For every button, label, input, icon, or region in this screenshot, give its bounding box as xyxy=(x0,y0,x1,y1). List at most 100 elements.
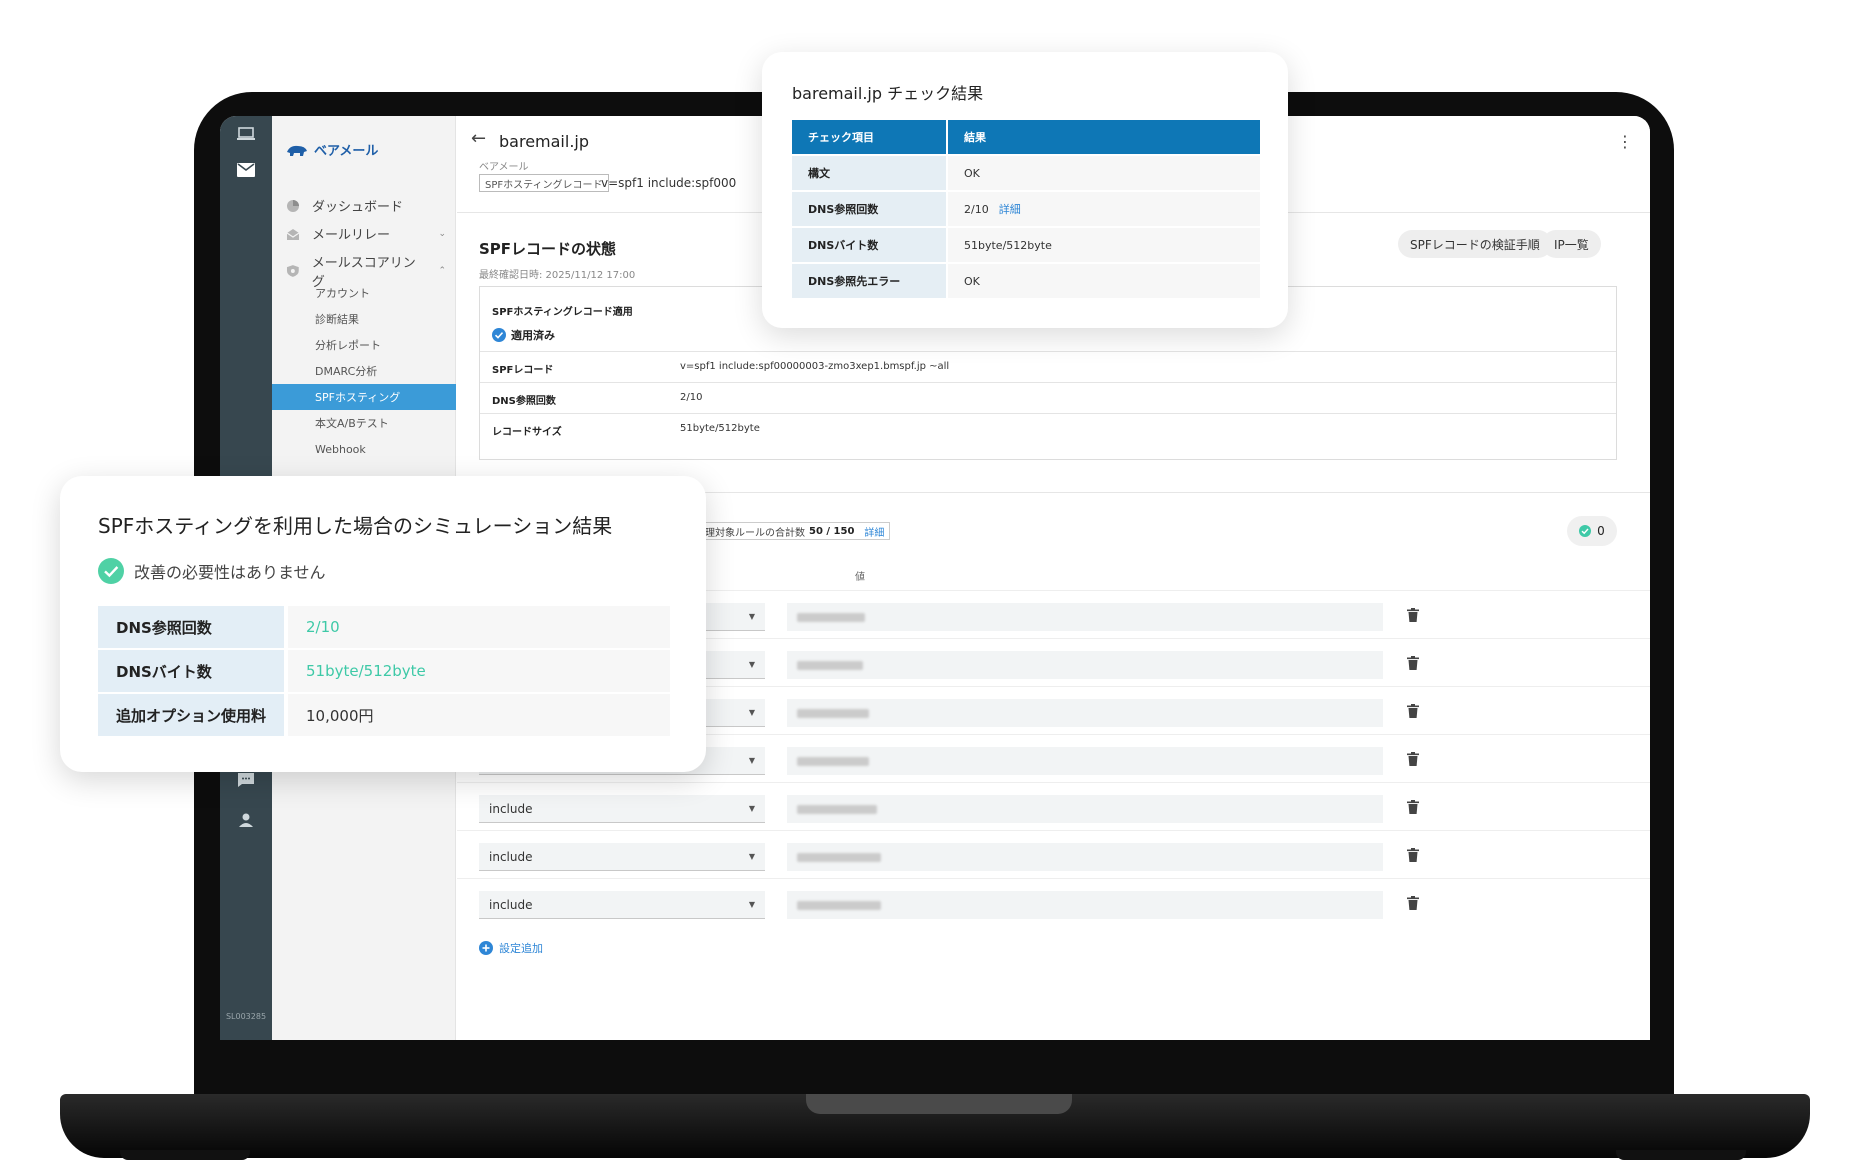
chevron-down-icon: ▼ xyxy=(748,756,755,765)
check-value-text: 2/10 xyxy=(964,203,989,216)
page-title: baremail.jp xyxy=(499,132,589,151)
more-menu-icon[interactable]: ⋮ xyxy=(1617,132,1633,151)
check-key: DNS参照回数 xyxy=(792,192,948,226)
redacted-value xyxy=(797,613,865,622)
rule-value-input[interactable] xyxy=(787,651,1383,679)
check-value: OK xyxy=(948,156,1260,190)
rule-type-select[interactable]: include ▼ xyxy=(479,891,765,919)
check-value-text: 51byte/512byte xyxy=(964,238,1052,252)
delete-icon[interactable] xyxy=(1407,655,1419,674)
status-row: SPFレコード v=spf1 include:spf00000003-zmo3x… xyxy=(480,351,1616,382)
redacted-value xyxy=(797,709,869,718)
sidebar-sub-dmarc[interactable]: DMARC分析 xyxy=(272,358,456,384)
simulation-status-text: 改善の必要性はありません xyxy=(134,563,326,582)
sim-key: DNS参照回数 xyxy=(98,606,288,648)
laptop-foot-right xyxy=(1616,1150,1746,1160)
rule-value-input[interactable] xyxy=(787,699,1383,727)
sim-value: 51byte/512byte xyxy=(288,650,670,692)
sidebar-sub-spf-hosting[interactable]: SPFホスティング xyxy=(272,384,456,410)
chevron-down-icon: ▼ xyxy=(748,852,755,861)
chevron-down-icon: ▼ xyxy=(748,804,755,813)
pie-chart-icon xyxy=(287,199,299,212)
check-card-title: baremail.jp チェック結果 xyxy=(792,84,984,103)
sidebar-item-mail-relay[interactable]: メールリレー ⌄ xyxy=(286,224,446,243)
verify-steps-button[interactable]: SPFレコードの検証手順 xyxy=(1398,230,1552,258)
record-type-chip: SPFホスティングレコード xyxy=(479,174,609,192)
chevron-down-icon: ⌄ xyxy=(438,228,446,239)
delete-icon[interactable] xyxy=(1407,895,1419,914)
check-value: OK xyxy=(948,264,1260,298)
redacted-value xyxy=(797,901,881,910)
rule-type-select[interactable]: include ▼ xyxy=(479,795,765,823)
redacted-value xyxy=(797,853,881,862)
status-value: 2/10 xyxy=(680,392,703,403)
table-row: DNSバイト数 51byte/512byte xyxy=(98,650,670,692)
status-value: v=spf1 include:spf00000003-zmo3xep1.bmsp… xyxy=(680,361,950,372)
rule-type-value: include xyxy=(489,801,533,816)
check-value-text: OK xyxy=(964,166,980,180)
check-value-text: OK xyxy=(964,274,980,288)
bear-icon xyxy=(287,145,307,156)
rule-value-input[interactable] xyxy=(787,747,1383,775)
laptop-foot-left xyxy=(120,1150,250,1160)
table-row: include ▼ xyxy=(457,782,1650,830)
sidebar-sub-ab-test[interactable]: 本文A/Bテスト xyxy=(272,410,456,436)
user-icon[interactable] xyxy=(232,806,260,834)
delete-icon[interactable] xyxy=(1407,751,1419,770)
rule-value-input[interactable] xyxy=(787,891,1383,919)
laptop-notch xyxy=(806,1094,1072,1114)
rule-total-label: 管理対象ルールの合計数 xyxy=(695,527,805,539)
rule-type-select[interactable]: include ▼ xyxy=(479,843,765,871)
ip-list-button[interactable]: IP一覧 xyxy=(1542,230,1601,258)
check-key: DNS参照先エラー xyxy=(792,264,948,298)
sidebar-item-dashboard[interactable]: ダッシュボード xyxy=(286,196,446,215)
stage: ? SL003285 ベアメール ダッシュボード メールリレー xyxy=(0,0,1866,1172)
rule-detail-link[interactable]: 詳細 xyxy=(864,524,884,539)
sidebar-sub-report[interactable]: 分析レポート xyxy=(272,332,456,358)
redacted-value xyxy=(797,757,869,766)
sidebar-sub-diagnosis[interactable]: 診断結果 xyxy=(272,306,456,332)
delete-icon[interactable] xyxy=(1407,607,1419,626)
redacted-value xyxy=(797,661,863,670)
applied-label: 適用済み xyxy=(511,329,555,342)
sim-key: 追加オプション使用料 xyxy=(98,694,288,736)
chevron-down-icon: ▼ xyxy=(748,708,755,717)
delete-icon[interactable] xyxy=(1407,703,1419,722)
table-row: DNS参照回数 2/10 詳細 xyxy=(792,192,1260,226)
chevron-up-icon: ⌃ xyxy=(438,266,446,276)
status-key: DNS参照回数 xyxy=(492,396,556,407)
table-row: DNS参照回数 2/10 xyxy=(98,606,670,648)
record-preview: v=spf1 include:spf000 xyxy=(601,176,737,190)
hosting-label: SPFホスティングレコード適用 xyxy=(492,307,633,318)
chevron-down-icon: ▼ xyxy=(748,660,755,669)
laptop-icon[interactable] xyxy=(232,120,260,148)
sim-key: DNSバイト数 xyxy=(98,650,288,692)
sidebar-sub-webhook[interactable]: Webhook xyxy=(272,436,456,462)
delete-icon[interactable] xyxy=(1407,847,1419,866)
rule-value-input[interactable] xyxy=(787,843,1383,871)
brand-logo[interactable]: ベアメール xyxy=(286,140,378,159)
check-table: チェック項目 結果 構文 OK DNS参照回数 2/10 詳細 DNSバイト数 5… xyxy=(792,118,1260,300)
status-key: SPFレコード xyxy=(492,365,554,376)
rule-value-input[interactable] xyxy=(787,603,1383,631)
simulation-status: 改善の必要性はありません xyxy=(98,558,326,584)
delete-icon[interactable] xyxy=(1407,799,1419,818)
status-title: SPFレコードの状態 xyxy=(479,240,617,258)
back-arrow-icon[interactable]: ← xyxy=(471,128,486,149)
chevron-down-icon: ▼ xyxy=(748,900,755,909)
rule-value-input[interactable] xyxy=(787,795,1383,823)
applied-status: 適用済み xyxy=(492,327,555,343)
redacted-value xyxy=(797,805,877,814)
value-column-header: 値 xyxy=(855,572,865,583)
status-key: レコードサイズ xyxy=(492,427,562,438)
add-setting-button[interactable]: 設定追加 xyxy=(479,940,543,956)
table-row: DNSバイト数 51byte/512byte xyxy=(792,228,1260,262)
simulation-table: DNS参照回数 2/10 DNSバイト数 51byte/512byte 追加オプ… xyxy=(98,604,670,738)
sidebar-sub-account[interactable]: アカウント xyxy=(272,280,456,306)
dns-detail-link[interactable]: 詳細 xyxy=(999,203,1021,216)
last-checked: 最終確認日時: 2025/11/12 17:00 xyxy=(479,270,636,281)
page-subtitle: ベアメール xyxy=(479,162,529,173)
check-value: 51byte/512byte xyxy=(948,228,1260,262)
mail-icon[interactable] xyxy=(232,156,260,184)
check-result-card: baremail.jp チェック結果 チェック項目 結果 構文 OK DNS参照… xyxy=(762,52,1288,328)
